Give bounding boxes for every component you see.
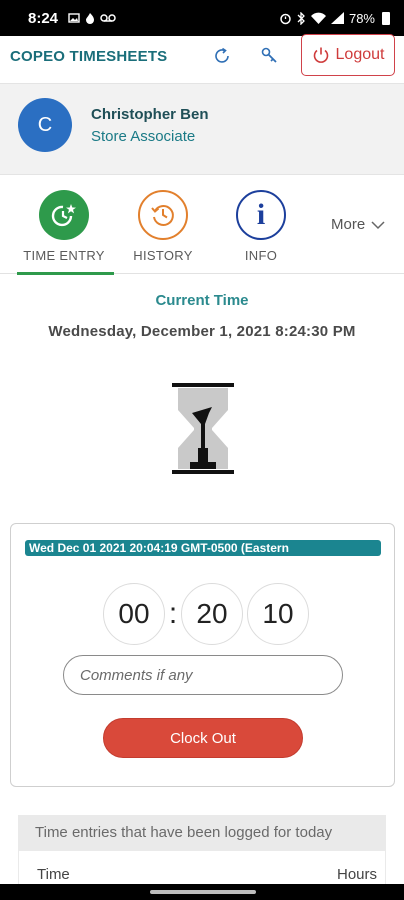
power-icon [313, 47, 328, 63]
status-time: 8:24 [28, 9, 59, 27]
clock-out-button[interactable]: Clock Out [103, 718, 303, 758]
notification-icons [68, 12, 116, 24]
column-time: Time [37, 866, 70, 883]
signal-icon [330, 12, 344, 24]
tab-bar: TIME ENTRY HISTORY i INFO More [0, 176, 404, 275]
refresh-icon [215, 47, 229, 63]
home-gesture-handle[interactable] [150, 890, 256, 894]
current-datetime: Wednesday, December 1, 2021 8:24:30 PM [48, 323, 356, 340]
tab-label: TIME ENTRY [23, 248, 105, 263]
tab-label: HISTORY [133, 248, 193, 263]
tab-time-entry[interactable]: TIME ENTRY [14, 190, 114, 275]
key-button[interactable] [256, 42, 284, 70]
chevron-down-icon [371, 220, 385, 229]
battery-level: 78% [348, 10, 375, 26]
wifi-icon [310, 12, 326, 24]
tab-info[interactable]: i INFO [211, 190, 311, 274]
entries-table-header: Time Hours [18, 851, 386, 885]
info-icon: i [236, 190, 286, 240]
timer-hours: 00 [103, 583, 165, 645]
clock-card: Wed Dec 01 2021 20:04:19 GMT-0500 (Easte… [10, 523, 395, 787]
history-icon [138, 190, 188, 240]
key-icon [261, 47, 277, 63]
hourglass-icon [172, 383, 234, 474]
current-time-label: Current Time [155, 292, 249, 309]
timer-minutes: 20 [181, 583, 243, 645]
app-header: COPEO TIMESHEETS Logout [0, 34, 404, 76]
photo-icon [68, 13, 80, 23]
alarm-icon [280, 13, 291, 24]
user-role: Store Associate [91, 128, 196, 145]
status-bar: 8:24 78% [0, 0, 404, 36]
tab-label: INFO [244, 248, 278, 263]
user-name: Christopher Ben [91, 106, 209, 123]
avatar: C [18, 98, 72, 152]
timer-seconds: 10 [247, 583, 309, 645]
more-menu[interactable]: More [331, 216, 385, 233]
clock-star-icon [39, 190, 89, 240]
column-hours: Hours [336, 866, 377, 883]
system-icons: 78% [279, 11, 390, 26]
logout-button[interactable]: Logout [301, 34, 395, 76]
navigation-bar [0, 884, 404, 900]
refresh-button[interactable] [208, 42, 236, 70]
profile-panel: C Christopher Ben Store Associate [0, 83, 404, 175]
app-title: COPEO TIMESHEETS [10, 48, 168, 65]
flame-icon [86, 13, 95, 24]
logout-label: Logout [335, 46, 385, 63]
battery-icon [382, 11, 390, 25]
bluetooth-icon [297, 11, 305, 25]
voicemail-icon [100, 14, 116, 22]
clock-in-timestamp: Wed Dec 01 2021 20:04:19 GMT-0500 (Easte… [25, 540, 381, 556]
more-label: More [331, 216, 366, 233]
comments-input[interactable] [63, 655, 343, 695]
entries-header: Time entries that have been logged for t… [18, 815, 386, 851]
tab-history[interactable]: HISTORY [113, 190, 213, 274]
timer-separator: : [168, 597, 178, 630]
elapsed-timer: 00 : 20 10 [103, 583, 309, 645]
